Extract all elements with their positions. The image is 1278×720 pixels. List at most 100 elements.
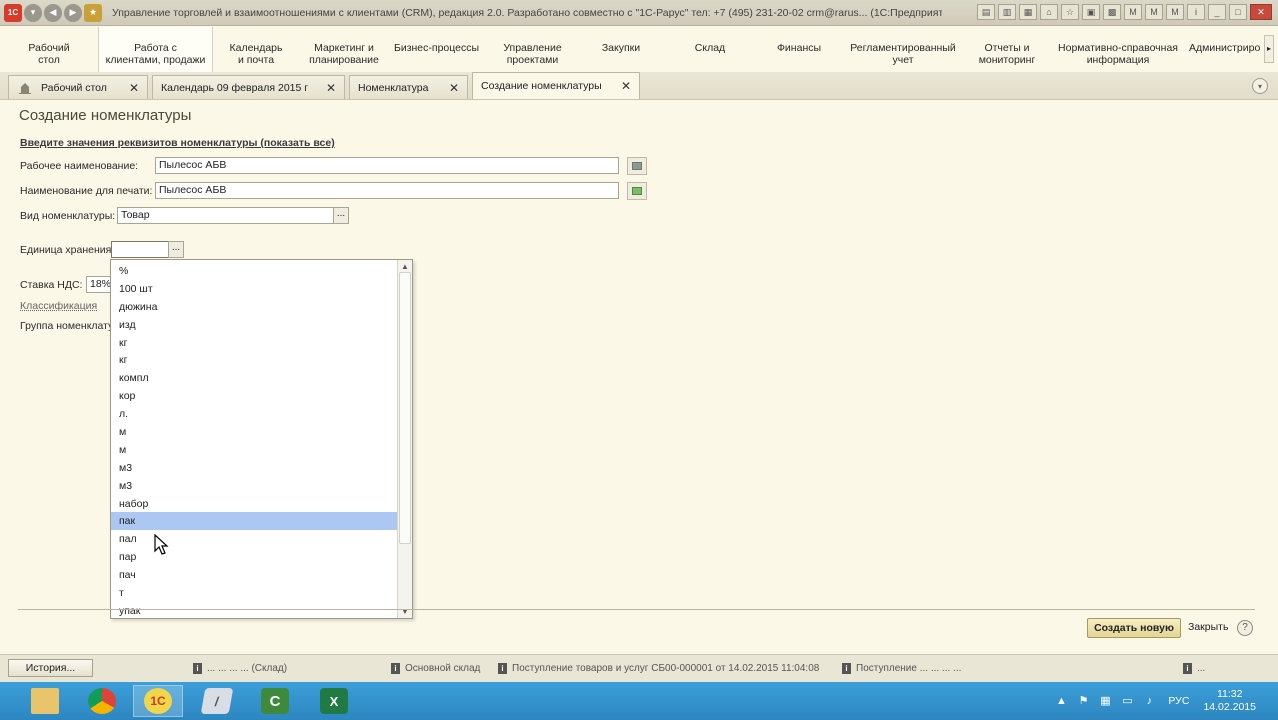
print-name-input[interactable]: Пылесос АБВ: [155, 182, 619, 199]
close-tab-icon[interactable]: ✕: [611, 79, 631, 93]
kind-input[interactable]: Товар: [117, 207, 334, 224]
help-icon[interactable]: ?: [1237, 620, 1253, 636]
dropdown-item[interactable]: кг: [111, 351, 398, 369]
dropdown-item[interactable]: т: [111, 584, 398, 602]
close-window-icon[interactable]: ✕: [1250, 4, 1272, 20]
volume-icon[interactable]: ♪: [1142, 694, 1156, 708]
dropdown-item[interactable]: пач: [111, 566, 398, 584]
kind-select-button[interactable]: ...: [333, 207, 349, 224]
dropdown-item[interactable]: пак: [111, 512, 398, 531]
language-indicator[interactable]: РУС: [1168, 695, 1189, 707]
scroll-up-icon[interactable]: ▲: [401, 262, 409, 271]
dropdown-item[interactable]: м: [111, 423, 398, 441]
calculator-icon[interactable]: ▩: [1103, 4, 1121, 20]
dropdown-scrollbar[interactable]: ▲ ▼: [397, 260, 412, 618]
section-purchases[interactable]: Закупки: [581, 27, 661, 71]
tab-calendar[interactable]: Календарь 09 февраля 2015 г ✕: [152, 75, 345, 99]
print-icon[interactable]: ▥: [998, 4, 1016, 20]
unit-select-button[interactable]: ...: [168, 241, 184, 258]
tray-expand-icon[interactable]: ▲: [1054, 694, 1068, 708]
section-clients-sales[interactable]: Работа с клиентами, продажи: [98, 27, 213, 73]
forward-icon[interactable]: ▶: [64, 3, 82, 22]
history-icon[interactable]: ▦: [1019, 4, 1037, 20]
info-icon[interactable]: i: [1187, 4, 1205, 20]
dropdown-item[interactable]: %: [111, 262, 398, 280]
taskbar-1c[interactable]: 1С: [133, 685, 183, 717]
dropdown-item[interactable]: компл: [111, 369, 398, 387]
close-button[interactable]: Закрыть: [1188, 621, 1228, 633]
calendar-icon[interactable]: ▣: [1082, 4, 1100, 20]
copy-icon: [632, 162, 642, 170]
scrollbar-thumb[interactable]: [399, 272, 411, 544]
taskbar-explorer[interactable]: [20, 685, 70, 717]
dropdown-item[interactable]: м3: [111, 477, 398, 495]
dropdown-item[interactable]: дюжина: [111, 298, 398, 316]
taskbar-excel[interactable]: X: [309, 685, 359, 717]
flag-icon[interactable]: ⚑: [1076, 694, 1090, 708]
tab-desktop[interactable]: Рабочий стол ✕: [8, 75, 148, 99]
history-button[interactable]: История...: [8, 659, 93, 677]
dropdown-item[interactable]: 100 шт: [111, 280, 398, 298]
dropdown-item[interactable]: м3: [111, 459, 398, 477]
home-icon[interactable]: ⌂: [1040, 4, 1058, 20]
history-item[interactable]: i Основной склад: [391, 663, 480, 674]
tab-nomenclature[interactable]: Номенклатура ✕: [349, 75, 468, 99]
taskbar-camtasia[interactable]: C: [250, 685, 300, 717]
tabs-dropdown-icon[interactable]: ▾: [1252, 78, 1268, 94]
m-icon[interactable]: M: [1124, 4, 1142, 20]
dropdown-item[interactable]: кор: [111, 387, 398, 405]
monitor-icon[interactable]: ▭: [1120, 694, 1134, 708]
info-icon: i: [842, 663, 851, 674]
history-item[interactable]: i...: [1183, 663, 1205, 674]
section-calendar-mail[interactable]: Календарь и почта: [213, 27, 299, 71]
dropdown-item[interactable]: набор: [111, 495, 398, 513]
section-finance[interactable]: Финансы: [759, 27, 839, 71]
history-item[interactable]: i Поступление ... ... ... ...: [842, 663, 961, 674]
close-tab-icon[interactable]: ✕: [439, 81, 459, 95]
section-desktop[interactable]: Рабочий стол: [0, 27, 98, 71]
create-new-button[interactable]: Создать новую: [1087, 618, 1181, 638]
section-accounting[interactable]: Регламентированный учет: [839, 27, 967, 71]
dropdown-item[interactable]: л.: [111, 405, 398, 423]
m-minus-icon[interactable]: M: [1166, 4, 1184, 20]
history-item[interactable]: i Поступление товаров и услуг СБ00-000001…: [498, 663, 819, 674]
sections-scroll-right[interactable]: ▸: [1264, 35, 1274, 63]
section-marketing[interactable]: Маркетинг и планирование: [299, 27, 389, 71]
history-item[interactable]: i... ... ... ... (Склад): [193, 663, 287, 674]
section-reference-info[interactable]: Нормативно-справочная информация: [1047, 27, 1189, 71]
info-icon: i: [498, 663, 507, 674]
clock[interactable]: 11:32 14.02.2015: [1203, 688, 1256, 714]
work-name-copy-button[interactable]: [627, 157, 647, 175]
section-warehouse[interactable]: Склад: [661, 27, 759, 71]
dropdown-item[interactable]: изд: [111, 316, 398, 334]
favorites-star-icon[interactable]: ★: [84, 3, 102, 22]
taskbar-chrome[interactable]: [77, 685, 127, 717]
save-icon[interactable]: ▤: [977, 4, 995, 20]
maximize-icon[interactable]: □: [1229, 4, 1247, 20]
tab-create-nomenclature[interactable]: Создание номенклатуры ✕: [472, 72, 640, 99]
section-administration[interactable]: Администриро: [1189, 27, 1269, 71]
back-icon[interactable]: ◀: [44, 3, 62, 22]
excel-icon: X: [320, 688, 348, 714]
dropdown-item[interactable]: кг: [111, 334, 398, 352]
section-business-processes[interactable]: Бизнес-процессы: [389, 27, 484, 71]
minimize-icon[interactable]: _: [1208, 4, 1226, 20]
close-tab-icon[interactable]: ✕: [316, 81, 336, 95]
show-all-attributes-link[interactable]: Введите значения реквизитов номенклатуры…: [20, 137, 335, 149]
star-icon[interactable]: ☆: [1061, 4, 1079, 20]
dropdown-item[interactable]: м: [111, 441, 398, 459]
section-projects[interactable]: Управление проектами: [484, 27, 581, 71]
network-icon[interactable]: ▦: [1098, 694, 1112, 708]
section-reports[interactable]: Отчеты и мониторинг: [967, 27, 1047, 71]
m-plus-icon[interactable]: M: [1145, 4, 1163, 20]
close-tab-icon[interactable]: ✕: [119, 81, 139, 95]
taskbar-notes[interactable]: /: [192, 685, 242, 717]
form-separator: [18, 609, 1255, 610]
work-name-input[interactable]: Пылесос АБВ: [155, 157, 619, 174]
unit-input[interactable]: [111, 241, 169, 258]
print-name-copy-button[interactable]: [627, 182, 647, 200]
dropdown-item[interactable]: упак: [111, 602, 398, 620]
app-logo-icon[interactable]: 1С: [4, 3, 22, 22]
classification-link[interactable]: Классификация: [20, 300, 97, 312]
menu-icon[interactable]: ▾: [24, 3, 42, 22]
